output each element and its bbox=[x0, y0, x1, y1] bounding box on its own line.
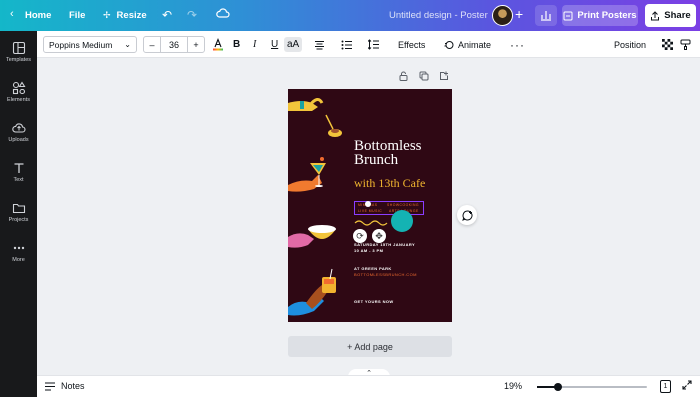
bottom-bar: Notes 19% 1 bbox=[37, 375, 700, 397]
share-button[interactable]: Share bbox=[645, 4, 696, 27]
poster-tag: LIVE MUSIC bbox=[358, 209, 383, 213]
poster-cta[interactable]: GET YOURS NOW bbox=[354, 299, 394, 304]
bar-chart-icon bbox=[541, 11, 551, 21]
sidebar-item-label: Projects bbox=[8, 217, 29, 223]
list-icon[interactable] bbox=[341, 37, 352, 52]
poster-canvas[interactable]: Bottomless Brunch with 13th Cafe MIMOSAS… bbox=[288, 89, 452, 322]
poster-website[interactable]: BOTTOMLESSBRUNCH.COM bbox=[354, 272, 417, 277]
insights-button[interactable] bbox=[535, 5, 557, 26]
share-label: Share bbox=[664, 10, 691, 21]
animate-icon bbox=[444, 40, 454, 49]
sidebar-item-label: Templates bbox=[5, 57, 32, 63]
sidebar-item-label: Elements bbox=[7, 97, 30, 103]
font-size-input[interactable]: 36 bbox=[160, 37, 188, 52]
resize-label: Resize bbox=[116, 10, 147, 21]
resize-icon: ✢ bbox=[103, 10, 111, 20]
notes-button[interactable]: Notes bbox=[45, 381, 85, 391]
italic-button[interactable]: I bbox=[253, 37, 256, 52]
rotate-icon[interactable]: ⟳ bbox=[353, 229, 367, 243]
hands-illustration bbox=[288, 98, 342, 316]
more-icon bbox=[13, 246, 24, 250]
sidebar-item-label: Uploads bbox=[8, 137, 29, 143]
left-sidebar: Templates Elements Uploads Text Projects… bbox=[0, 31, 37, 397]
zoom-slider-handle[interactable] bbox=[553, 383, 562, 391]
sidebar-item-elements[interactable]: Elements bbox=[0, 81, 37, 103]
text-color-icon bbox=[213, 38, 223, 51]
sidebar-item-label: Text bbox=[13, 177, 24, 183]
undo-icon[interactable]: ↶ bbox=[162, 8, 172, 22]
sidebar-item-templates[interactable]: Templates bbox=[0, 41, 37, 63]
selection-handle[interactable] bbox=[365, 201, 371, 207]
print-posters-button[interactable]: Print Posters bbox=[562, 5, 638, 26]
text-case-button[interactable]: aA bbox=[284, 37, 303, 52]
teal-circle-decoration bbox=[391, 210, 413, 232]
squiggle-decoration bbox=[354, 220, 388, 226]
elements-icon bbox=[12, 81, 25, 95]
poster-date[interactable]: SATURDAY 15TH JANUARY bbox=[354, 242, 415, 247]
font-family-value: Poppins Medium bbox=[49, 39, 113, 50]
page-count-button[interactable]: 1 bbox=[660, 380, 671, 393]
poster-tag: SHOWCOOKING bbox=[387, 203, 420, 207]
templates-icon bbox=[12, 41, 25, 55]
share-icon bbox=[651, 10, 660, 20]
poster-title-line1: Bottomless bbox=[354, 138, 422, 154]
avatar[interactable] bbox=[492, 5, 513, 26]
add-collaborator-icon[interactable]: + bbox=[515, 6, 523, 22]
notes-icon bbox=[45, 381, 55, 391]
text-toolbar: Poppins Medium ⌄ – 36 + B I U S aA Effec… bbox=[37, 31, 700, 58]
transparency-icon[interactable] bbox=[662, 37, 673, 52]
fullscreen-icon[interactable] bbox=[682, 380, 692, 393]
animate-label: Animate bbox=[458, 39, 492, 50]
font-family-dropdown[interactable]: Poppins Medium ⌄ bbox=[43, 36, 137, 53]
notes-label: Notes bbox=[61, 381, 85, 391]
sidebar-item-text[interactable]: Text bbox=[0, 161, 37, 183]
poster-title-line2: Brunch bbox=[354, 152, 399, 168]
add-page-icon[interactable] bbox=[439, 71, 449, 84]
add-page-button[interactable]: + Add page bbox=[288, 336, 452, 357]
zoom-slider[interactable] bbox=[537, 383, 647, 391]
increase-font-size-button[interactable]: + bbox=[188, 37, 204, 52]
duplicate-page-icon[interactable] bbox=[419, 71, 429, 84]
cloud-save-icon[interactable] bbox=[216, 7, 230, 19]
comment-icon bbox=[461, 209, 472, 221]
align-center-icon[interactable] bbox=[314, 37, 325, 52]
document-title[interactable]: Untitled design - Poster bbox=[389, 10, 488, 21]
decrease-font-size-button[interactable]: – bbox=[144, 37, 160, 52]
sidebar-item-label: More bbox=[12, 257, 25, 263]
poster-time[interactable]: 10 AM - 3 PM bbox=[354, 248, 383, 253]
poster-title[interactable]: Bottomless Brunch bbox=[354, 138, 422, 168]
print-icon bbox=[563, 11, 573, 20]
underline-button[interactable]: U bbox=[271, 37, 278, 52]
poster-venue[interactable]: AT GREEN PARK bbox=[354, 266, 392, 271]
effects-button[interactable]: Effects bbox=[398, 37, 425, 52]
uploads-icon bbox=[11, 123, 26, 133]
print-posters-label: Print Posters bbox=[577, 10, 637, 21]
font-size-stepper: – 36 + bbox=[143, 36, 205, 53]
poster-subtitle[interactable]: with 13th Cafe bbox=[354, 176, 425, 191]
sidebar-item-projects[interactable]: Projects bbox=[0, 201, 37, 223]
bold-button[interactable]: B bbox=[233, 37, 240, 52]
text-color-button[interactable] bbox=[212, 37, 224, 52]
sidebar-item-uploads[interactable]: Uploads bbox=[0, 121, 37, 143]
home-button[interactable]: Home bbox=[25, 10, 51, 21]
copy-style-icon[interactable] bbox=[680, 37, 691, 52]
file-menu-button[interactable]: File bbox=[69, 10, 85, 21]
text-case-icon: aA bbox=[287, 39, 300, 50]
folder-icon bbox=[12, 203, 25, 214]
chevron-left-icon[interactable]: ‹ bbox=[10, 8, 14, 20]
resize-button[interactable]: ✢ Resize bbox=[103, 10, 147, 21]
add-comment-button[interactable] bbox=[457, 205, 477, 225]
position-button[interactable]: Position bbox=[614, 37, 646, 52]
spacing-icon[interactable] bbox=[368, 37, 379, 52]
lock-icon[interactable] bbox=[399, 71, 408, 84]
chevron-down-icon: ⌄ bbox=[124, 40, 131, 49]
redo-icon[interactable]: ↷ bbox=[187, 8, 197, 22]
more-options-icon[interactable]: ··· bbox=[510, 37, 525, 52]
sidebar-item-more[interactable]: More bbox=[0, 241, 37, 263]
zoom-value[interactable]: 19% bbox=[504, 381, 522, 391]
top-bar: ‹ Home File ✢ Resize ↶ ↷ Untitled design… bbox=[0, 0, 700, 31]
animate-button[interactable]: Animate bbox=[444, 37, 491, 52]
move-icon[interactable]: ✥ bbox=[372, 229, 386, 243]
text-icon bbox=[14, 163, 23, 173]
